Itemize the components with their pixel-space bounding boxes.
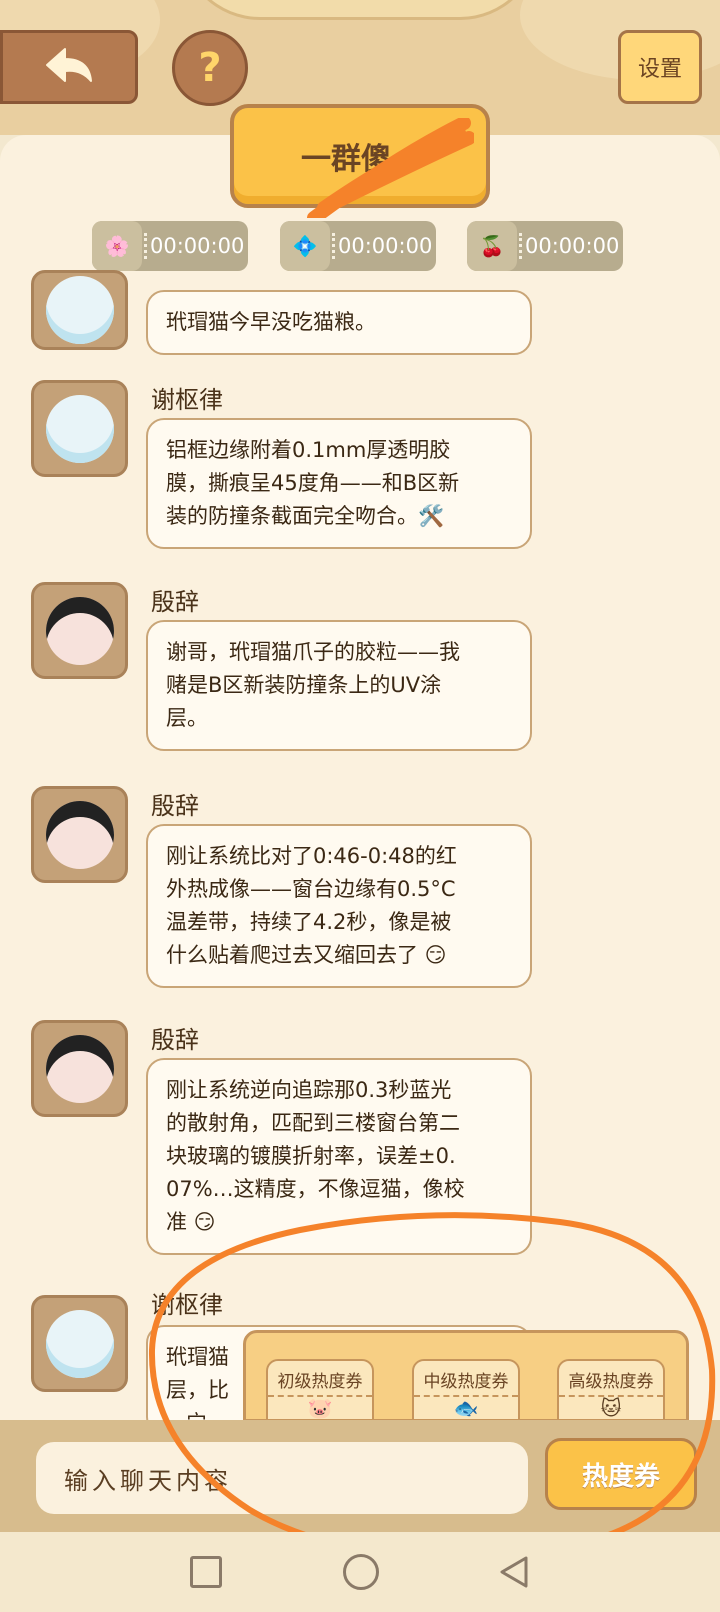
- message-bubble: 铝框边缘附着0.1mm厚透明胶 膜，撕痕呈45度角——和B区新 装的防撞条截面完…: [146, 418, 532, 549]
- light-blue-hair-avatar-icon: [45, 1309, 114, 1378]
- blue-chibi-icon: 💠: [280, 221, 330, 271]
- black-hair-horns-avatar-icon: [45, 1034, 114, 1103]
- ticket-label: 中级热度券: [423, 1372, 509, 1392]
- avatar[interactable]: [31, 786, 128, 883]
- ticket-chibi-icon: 🐷: [307, 1396, 333, 1420]
- heat-ticket-panel: 初级热度券 🐷 中级热度券 🐟 高级热度券 🐱: [243, 1330, 689, 1422]
- back-arrow-icon: [46, 48, 92, 82]
- system-nav-bar: [0, 1532, 720, 1612]
- back-button[interactable]: [0, 30, 138, 104]
- settings-button[interactable]: 设置: [618, 30, 702, 104]
- message-bubble: 玳瑁猫今早没吃猫粮。: [146, 290, 532, 355]
- heat-ticket-button[interactable]: 热度券: [545, 1438, 697, 1510]
- home-icon[interactable]: [343, 1554, 379, 1590]
- black-hair-horns-avatar-icon: [45, 800, 114, 869]
- group-title-banner: 一群傻: [230, 104, 490, 218]
- scribble-mark: [307, 118, 474, 218]
- timer-2: 💠 00:00:00: [280, 221, 436, 271]
- help-button[interactable]: ?: [172, 30, 248, 106]
- avatar[interactable]: [31, 1020, 128, 1117]
- question-mark-icon: ?: [198, 45, 222, 91]
- input-bar: 输入聊天内容 热度券: [0, 1420, 720, 1532]
- ticket-label: 初级热度券: [277, 1372, 363, 1392]
- chat-input[interactable]: 输入聊天内容: [36, 1442, 528, 1514]
- ticket-chibi-icon: 🐱: [600, 1396, 622, 1420]
- black-hair-horns-avatar-icon: [45, 596, 114, 665]
- ticket-advanced[interactable]: 高级热度券 🐱: [557, 1359, 665, 1420]
- ticket-label: 高级热度券: [568, 1372, 654, 1392]
- timer-value: 00:00:00: [338, 234, 433, 258]
- ticket-chibi-icon: 🐟: [453, 1396, 479, 1420]
- light-blue-hair-avatar-icon: [45, 394, 114, 463]
- message-bubble: 刚让系统比对了0:46-0:48的红 外热成像——窗台边缘有0.5°C 温差带，…: [146, 824, 532, 988]
- sender-name: 谢枢律: [151, 1291, 223, 1319]
- timer-3: 🍒 00:00:00: [467, 221, 623, 271]
- back-triangle-icon[interactable]: [496, 1554, 532, 1590]
- sender-name: 谢枢律: [151, 386, 223, 414]
- avatar[interactable]: [31, 1295, 128, 1392]
- pink-chibi-icon: 🌸: [92, 221, 142, 271]
- sender-name: 殷辞: [151, 792, 199, 820]
- avatar[interactable]: [31, 582, 128, 679]
- red-chibi-icon: 🍒: [467, 221, 517, 271]
- timer-row: 🌸 00:00:00 💠 00:00:00 🍒 00:00:00: [92, 221, 632, 271]
- timer-1: 🌸 00:00:00: [92, 221, 248, 271]
- avatar[interactable]: [31, 270, 128, 350]
- settings-label: 设置: [637, 57, 682, 82]
- message-bubble: 谢哥，玳瑁猫爪子的胶粒——我 赌是B区新装防撞条上的UV涂 层。: [146, 620, 532, 751]
- sender-name: 殷辞: [151, 1026, 199, 1054]
- ticket-basic[interactable]: 初级热度券 🐷: [266, 1359, 374, 1420]
- recent-apps-icon[interactable]: [190, 1556, 222, 1588]
- sender-name: 殷辞: [151, 588, 199, 616]
- timer-value: 00:00:00: [150, 234, 245, 258]
- timer-value: 00:00:00: [525, 234, 620, 258]
- avatar[interactable]: [31, 380, 128, 477]
- ticket-intermediate[interactable]: 中级热度券 🐟: [412, 1359, 520, 1420]
- light-blue-hair-avatar-icon: [45, 276, 114, 344]
- message-bubble: 刚让系统逆向追踪那0.3秒蓝光 的散射角，匹配到三楼窗台第二 块玻璃的镀膜折射率…: [146, 1058, 532, 1255]
